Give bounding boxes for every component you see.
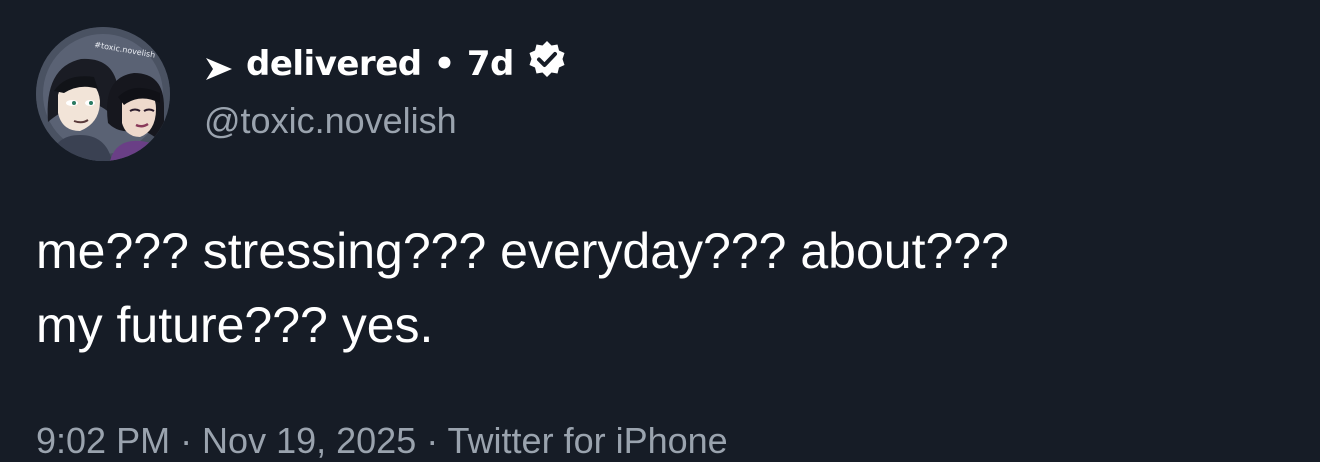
arrow-right-icon [204,51,234,80]
verified-badge-icon [526,39,568,81]
separator-dot: • [433,44,456,84]
avatar-image: #toxic.novelish [36,27,170,161]
tweet-text-line: me??? stressing??? everyday??? about??? [36,223,1009,279]
tweet-meta[interactable]: 9:02 PM · Nov 19, 2025 · Twitter for iPh… [36,420,728,462]
tweet-age[interactable]: 7d [467,44,515,84]
tweet-text-line: my future??? yes. [36,297,434,353]
display-name[interactable]: delivered [246,44,422,84]
tweet-header: delivered • 7d @toxic.novelish [204,38,568,142]
avatar[interactable]: #toxic.novelish [36,27,170,161]
user-handle[interactable]: @toxic.novelish [204,100,568,142]
tweet-text: me??? stressing??? everyday??? about??? … [36,214,1286,362]
author-line[interactable]: delivered • 7d [204,38,568,90]
